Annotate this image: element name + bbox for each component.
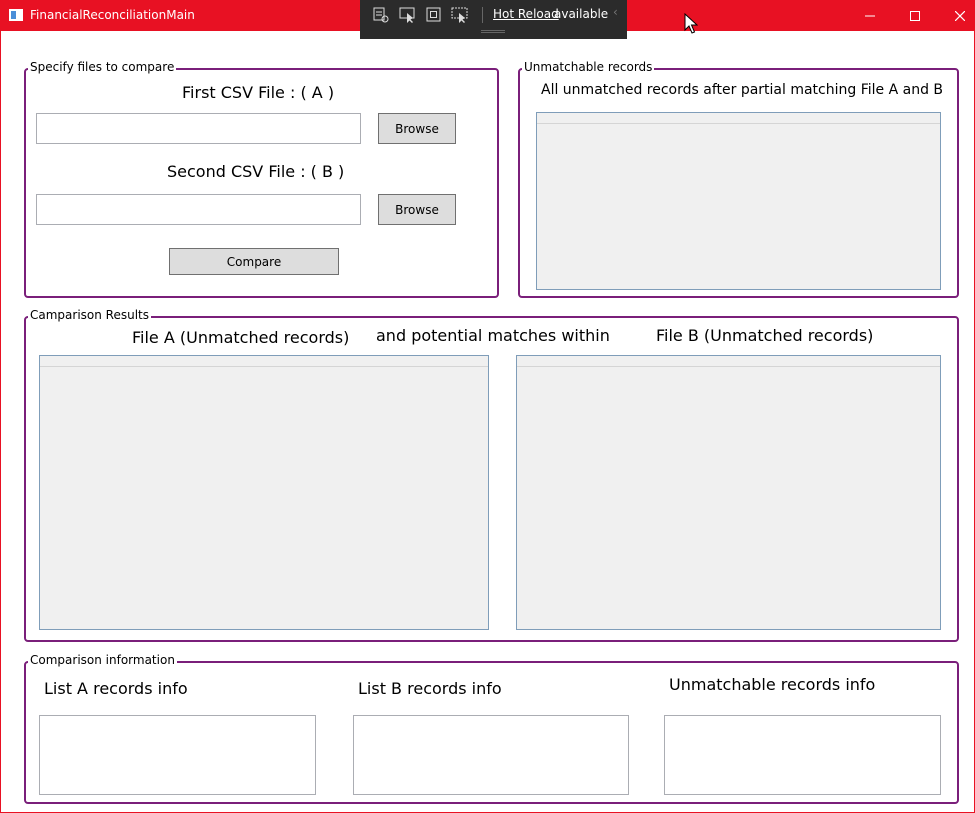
minimize-icon <box>865 15 875 16</box>
window-title: FinancialReconciliationMain <box>30 8 195 22</box>
list-b-info-label: List B records info <box>358 679 502 698</box>
drag-grip-icon[interactable] <box>481 30 505 33</box>
unmatchable-group-legend: Unmatchable records <box>522 60 655 74</box>
unmatchable-records-grid[interactable] <box>536 112 941 290</box>
potential-matches-heading: and potential matches within <box>376 326 610 345</box>
grid-header <box>40 356 488 367</box>
close-icon <box>955 10 965 21</box>
select-element-icon[interactable] <box>399 6 417 24</box>
first-csv-path-input[interactable] <box>36 113 361 144</box>
toolbar-separator <box>482 7 483 23</box>
close-button[interactable] <box>937 0 975 31</box>
file-a-grid[interactable] <box>39 355 489 630</box>
live-visual-tree-icon[interactable] <box>372 6 390 24</box>
second-csv-path-input[interactable] <box>36 194 361 225</box>
list-a-info-box[interactable] <box>39 715 316 795</box>
first-csv-label: First CSV File : ( A ) <box>182 83 335 102</box>
files-group-legend: Specify files to compare <box>28 60 177 74</box>
first-browse-button[interactable]: Browse <box>378 113 456 144</box>
unmatchable-info-label: Unmatchable records info <box>669 675 876 694</box>
compare-button[interactable]: Compare <box>169 248 339 275</box>
mouse-cursor-icon <box>684 13 698 34</box>
file-a-heading: File A (Unmatched records) <box>132 328 350 347</box>
minimize-button[interactable] <box>847 0 893 31</box>
second-browse-button[interactable]: Browse <box>378 194 456 225</box>
file-b-heading: File B (Unmatched records) <box>656 326 874 345</box>
second-csv-label: Second CSV File : ( B ) <box>167 162 345 181</box>
list-a-info-label: List A records info <box>44 679 188 698</box>
unmatchable-info-box[interactable] <box>664 715 941 795</box>
maximize-button[interactable] <box>892 0 938 31</box>
file-b-grid[interactable] <box>516 355 941 630</box>
app-window-icon <box>9 9 23 21</box>
hot-reload-toolbar: Hot Reload available ‹ <box>360 0 627 39</box>
track-focus-icon[interactable] <box>451 6 469 24</box>
unmatchable-description: All unmatched records after partial matc… <box>541 82 944 98</box>
display-layout-adorners-icon[interactable] <box>425 6 443 24</box>
hot-reload-link[interactable]: Hot Reload <box>493 7 559 21</box>
info-group-legend: Comparison information <box>28 653 177 667</box>
hot-reload-status: available <box>554 7 609 21</box>
results-group-legend: Camparison Results <box>28 308 152 322</box>
grid-header <box>517 356 940 367</box>
list-b-info-box[interactable] <box>353 715 629 795</box>
grid-header <box>537 113 940 124</box>
collapse-chevron-icon[interactable]: ‹ <box>613 5 618 19</box>
maximize-icon <box>910 10 920 21</box>
